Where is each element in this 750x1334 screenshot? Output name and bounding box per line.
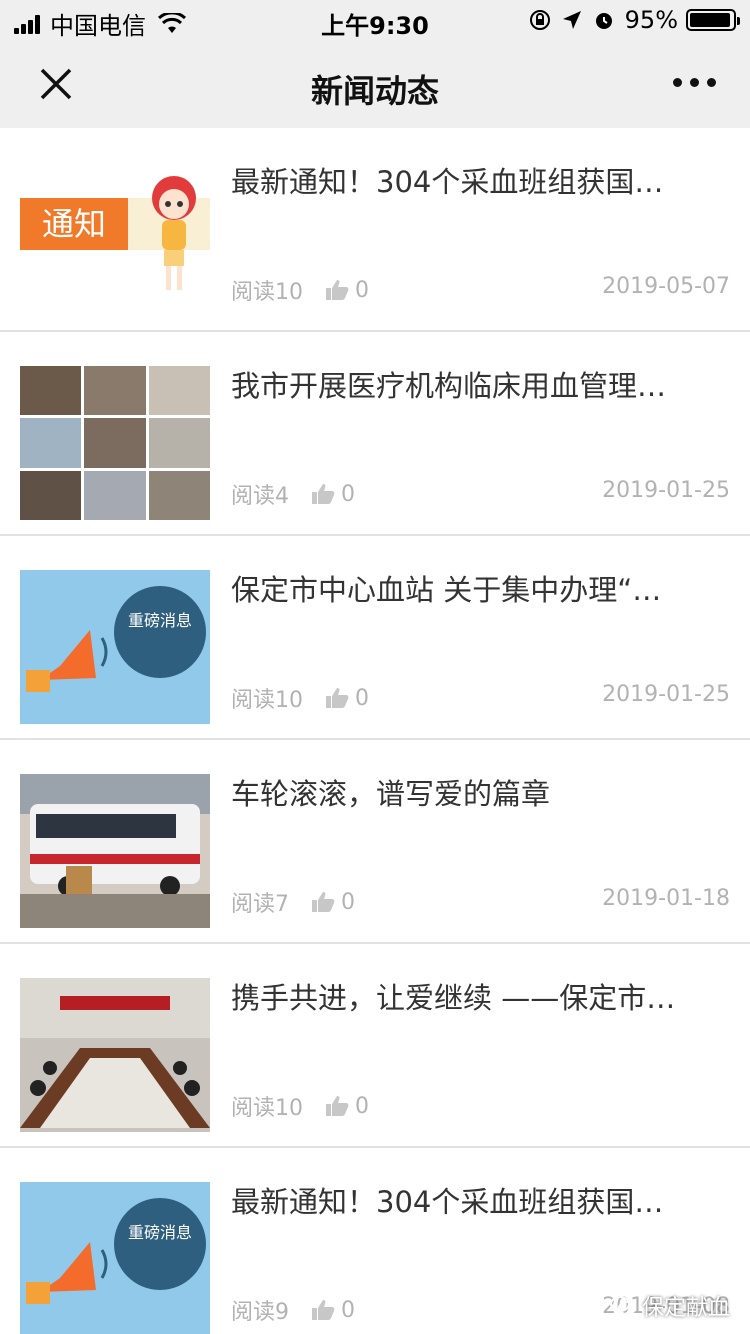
thumbs-up-icon[interactable]	[311, 483, 335, 505]
photo-tile	[148, 470, 210, 520]
megaphone-image: 重磅消息	[26, 1198, 206, 1304]
notice-label: 通知	[20, 198, 128, 250]
article-title[interactable]: 最新通知！304个采血班组获国…	[231, 1182, 711, 1222]
article-title[interactable]: 我市开展医疗机构临床用血管理…	[231, 366, 711, 406]
nav-bar: 新闻动态	[0, 40, 750, 128]
more-menu-icon[interactable]	[665, 78, 716, 87]
photo-tile	[84, 366, 146, 416]
like-count: 0	[341, 481, 355, 507]
banner-text: 重磅消息	[128, 611, 192, 630]
megaphone-image: 重磅消息	[26, 586, 206, 692]
article-meta: 阅读9 0	[231, 1294, 355, 1326]
photo-tile	[148, 366, 210, 416]
like-count: 0	[341, 1297, 355, 1323]
battery-icon	[686, 9, 740, 31]
banner-text: 重磅消息	[128, 1223, 192, 1242]
photo-tile	[84, 470, 146, 520]
thumbs-up-icon[interactable]	[311, 891, 335, 913]
article-title[interactable]: 车轮滚滚，谱写爱的篇章	[231, 774, 711, 814]
thumbs-up-icon[interactable]	[325, 1095, 349, 1117]
location-arrow-icon	[562, 11, 581, 29]
article-date: 2019-05-07	[602, 274, 730, 299]
read-count: 阅读10	[231, 280, 303, 305]
article-title[interactable]: 携手共进，让爱继续 ——保定市…	[231, 978, 711, 1018]
watermark: 保定献血	[609, 1290, 730, 1322]
read-count: 阅读10	[231, 688, 303, 713]
article-date: 2019-01-18	[602, 886, 730, 911]
like-count: 0	[355, 685, 369, 711]
meeting-photo	[20, 978, 210, 1128]
thumbs-up-icon[interactable]	[325, 279, 349, 301]
article-meta: 阅读10 0	[231, 1090, 369, 1122]
list-item[interactable]: 通知 最新通知！304个采血班组获国… 阅读10 0 2019-05-07	[0, 128, 750, 332]
list-item[interactable]: 我市开展医疗机构临床用血管理… 阅读4 0 2019-01-25	[0, 332, 750, 536]
read-count: 阅读7	[231, 892, 289, 917]
article-title[interactable]: 保定市中心血站 关于集中办理“…	[231, 570, 711, 610]
photo-tile	[20, 366, 82, 416]
article-date: 2019-01-25	[602, 478, 730, 503]
photo-tile	[84, 418, 146, 468]
like-count: 0	[355, 277, 369, 303]
bus-photo	[20, 774, 210, 928]
thumbs-up-icon[interactable]	[311, 1299, 335, 1321]
read-count: 阅读4	[231, 484, 289, 509]
status-right: 95%	[529, 6, 740, 34]
watermark-text: 保定献血	[641, 1296, 730, 1321]
thumbs-up-icon[interactable]	[325, 687, 349, 709]
cartoon-girl-image	[152, 176, 196, 290]
photo-tile	[148, 418, 210, 468]
battery-percent: 95%	[624, 6, 678, 34]
photo-tile	[20, 470, 82, 520]
article-date: 2019-01-25	[602, 682, 730, 707]
read-count: 阅读10	[231, 1096, 303, 1121]
read-count: 阅读9	[231, 1300, 289, 1325]
article-thumbnail	[20, 774, 210, 928]
article-list: 通知 最新通知！304个采血班组获国… 阅读10 0 2019-05-07 我市…	[0, 128, 750, 1334]
article-thumbnail	[20, 978, 210, 1132]
list-item[interactable]: 车轮滚滚，谱写爱的篇章 阅读7 0 2019-01-18	[0, 740, 750, 944]
like-count: 0	[341, 889, 355, 915]
article-meta: 阅读4 0	[231, 478, 355, 510]
article-title[interactable]: 最新通知！304个采血班组获国…	[231, 162, 711, 202]
alarm-icon	[595, 13, 612, 29]
list-item[interactable]: 携手共进，让爱继续 ——保定市… 阅读10 0	[0, 944, 750, 1148]
article-thumbnail: 重磅消息	[20, 570, 210, 724]
page-title: 新闻动态	[310, 72, 439, 110]
status-bar: 中国电信 上午9:30 95%	[0, 0, 750, 40]
like-count: 0	[355, 1093, 369, 1119]
article-thumbnail: 通知	[20, 162, 210, 316]
article-thumbnail	[20, 366, 210, 520]
article-meta: 阅读7 0	[231, 886, 355, 918]
photo-tile	[20, 418, 82, 468]
article-meta: 阅读10 0	[231, 274, 369, 306]
list-item[interactable]: 重磅消息 保定市中心血站 关于集中办理“… 阅读10 0 2019-01-25	[0, 536, 750, 740]
orientation-lock-icon	[529, 10, 550, 30]
article-meta: 阅读10 0	[231, 682, 369, 714]
wechat-icon	[609, 1296, 636, 1315]
article-thumbnail: 重磅消息	[20, 1182, 210, 1334]
